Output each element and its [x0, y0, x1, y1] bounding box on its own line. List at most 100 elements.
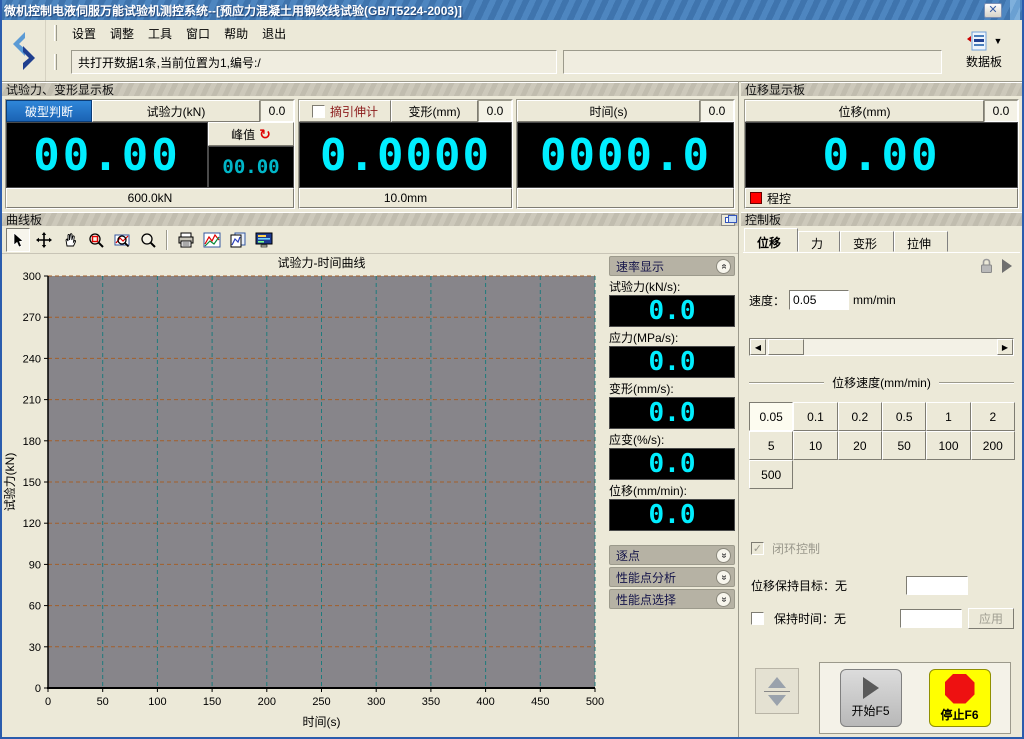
- screen-view-button[interactable]: [252, 228, 276, 252]
- expand-down-icon[interactable]: »: [716, 592, 731, 607]
- peak-button[interactable]: 峰值 ↻: [208, 122, 294, 146]
- closed-loop-checkbox[interactable]: ✓: [751, 542, 764, 555]
- extensometer-toggle[interactable]: 摘引伸计: [299, 100, 391, 122]
- rate-item: 试验力(kN/s):0.0: [609, 279, 735, 327]
- menu-item[interactable]: 退出: [255, 22, 293, 45]
- expand-down-icon[interactable]: »: [716, 570, 731, 585]
- databoard-dropdown-icon[interactable]: ▼: [994, 36, 1003, 46]
- speed-preset-button[interactable]: 0.05: [749, 402, 793, 431]
- speed-preset-button[interactable]: 50: [882, 431, 926, 460]
- curve-panel-title-text: 曲线板: [6, 213, 42, 227]
- rate-value: 0.0: [649, 398, 696, 428]
- force-time-chart[interactable]: 0306090120150180210240270300050100150200…: [2, 254, 606, 737]
- scroll-left-button[interactable]: ◀: [750, 339, 766, 355]
- speed-preset-button[interactable]: 100: [926, 431, 970, 460]
- collapsed-panel-header[interactable]: 性能点分析»: [609, 567, 735, 587]
- svg-text:试验力(kN): 试验力(kN): [2, 453, 17, 512]
- restore-panel-button[interactable]: [721, 214, 735, 226]
- toolbar-separator: [166, 230, 168, 250]
- speed-preset-button[interactable]: 5: [749, 431, 793, 460]
- status-box-empty: [563, 50, 942, 74]
- zoom-area-tool-button[interactable]: [84, 228, 108, 252]
- expand-down-icon[interactable]: »: [716, 548, 731, 563]
- restore-icon: [725, 217, 732, 223]
- menu-item[interactable]: 调整: [103, 22, 141, 45]
- jog-separator: [764, 691, 790, 692]
- time-range-label: [517, 188, 734, 208]
- scroll-track[interactable]: [766, 339, 997, 355]
- hold-time-label: 保持时间：无: [774, 610, 846, 627]
- peak-reset-icon[interactable]: ↻: [259, 126, 271, 143]
- control-tab[interactable]: 力: [798, 231, 840, 252]
- run-indicator-icon[interactable]: [1002, 259, 1012, 273]
- time-header-button[interactable]: 时间(s): [517, 100, 700, 122]
- menu-item[interactable]: 帮助: [217, 22, 255, 45]
- speed-preset-button[interactable]: 0.1: [793, 402, 837, 431]
- control-tab[interactable]: 拉伸: [894, 231, 948, 252]
- deform-header-button[interactable]: 变形(mm): [391, 100, 478, 122]
- menu-item[interactable]: 设置: [65, 22, 103, 45]
- monitor-icon: [255, 232, 273, 248]
- databoard-label: 数据板: [966, 53, 1002, 70]
- force-aux-value: 0.0: [260, 100, 294, 122]
- speed-preset-button[interactable]: 1: [926, 402, 970, 431]
- legend-line-right: [939, 382, 1014, 384]
- control-tab[interactable]: 变形: [840, 231, 894, 252]
- program-control-indicator: 程控: [745, 188, 1018, 208]
- close-button[interactable]: ✕: [984, 3, 1002, 18]
- start-button[interactable]: 开始F5: [840, 669, 902, 727]
- zoom-curve-tool-button[interactable]: [110, 228, 134, 252]
- pan-tool-button[interactable]: [58, 228, 82, 252]
- curve-settings-button[interactable]: [200, 228, 224, 252]
- speed-scrollbar[interactable]: ◀ ▶: [749, 338, 1014, 356]
- databoard-button[interactable]: ▼ 数据板: [946, 20, 1022, 81]
- apply-button[interactable]: 应用: [968, 608, 1014, 629]
- displacement-header-button[interactable]: 位移(mm): [745, 100, 984, 122]
- closed-loop-label: 闭环控制: [772, 540, 820, 557]
- menu-item[interactable]: 工具: [141, 22, 179, 45]
- curve-panel: 曲线板: [2, 212, 739, 737]
- print-curve-button[interactable]: [174, 228, 198, 252]
- menu-item[interactable]: 窗口: [179, 22, 217, 45]
- lock-icon[interactable]: [979, 258, 994, 274]
- hold-time-input[interactable]: [900, 609, 962, 628]
- break-detect-button[interactable]: 破型判断: [6, 100, 92, 122]
- speed-preset-button[interactable]: 20: [838, 431, 882, 460]
- scroll-right-button[interactable]: ▶: [997, 339, 1013, 355]
- speed-preset-button[interactable]: 2: [971, 402, 1015, 431]
- control-tab[interactable]: 位移: [744, 228, 798, 252]
- copy-curve-button[interactable]: [226, 228, 250, 252]
- peak-display: 00.00: [208, 146, 294, 188]
- scroll-thumb[interactable]: [768, 339, 804, 355]
- collapsed-panel-header[interactable]: 逐点»: [609, 545, 735, 565]
- svg-text:350: 350: [422, 696, 440, 708]
- databoard-icon: [966, 31, 988, 51]
- copy-curve-icon: [229, 232, 247, 248]
- speed-preset-button[interactable]: 10: [793, 431, 837, 460]
- select-tool-button[interactable]: [6, 228, 30, 252]
- speed-preset-button[interactable]: 0.5: [882, 402, 926, 431]
- deform-meter: 摘引伸计 变形(mm) 0.0 0.0000 10.0mm: [298, 99, 513, 209]
- svg-text:90: 90: [29, 559, 41, 571]
- speed-preset-button[interactable]: 500: [749, 460, 793, 489]
- svg-text:时间(s): 时间(s): [303, 715, 341, 729]
- speed-preset-button[interactable]: 0.2: [838, 402, 882, 431]
- collapsed-panel-label: 性能点选择: [616, 591, 676, 608]
- speed-preset-button[interactable]: 200: [971, 431, 1015, 460]
- collapsed-panel-header[interactable]: 性能点选择 »: [609, 589, 735, 609]
- speed-group-title: 位移速度(mm/min): [832, 374, 931, 391]
- stop-button[interactable]: 停止F6: [929, 669, 991, 727]
- jog-updown-button[interactable]: [755, 668, 799, 714]
- move-tool-button[interactable]: [32, 228, 56, 252]
- stop-button-label: 停止F6: [940, 706, 978, 723]
- zoom-tool-button[interactable]: [136, 228, 160, 252]
- speed-input[interactable]: [789, 290, 849, 310]
- hold-target-input[interactable]: [906, 576, 968, 595]
- start-play-icon: [863, 677, 879, 699]
- svg-text:60: 60: [29, 601, 41, 613]
- extensometer-checkbox[interactable]: [312, 105, 325, 118]
- hold-time-checkbox[interactable]: [751, 612, 764, 625]
- rate-panel-header[interactable]: 速率显示 »: [609, 256, 735, 276]
- collapse-up-icon[interactable]: »: [716, 259, 731, 274]
- force-header-button[interactable]: 试验力(kN): [92, 100, 260, 122]
